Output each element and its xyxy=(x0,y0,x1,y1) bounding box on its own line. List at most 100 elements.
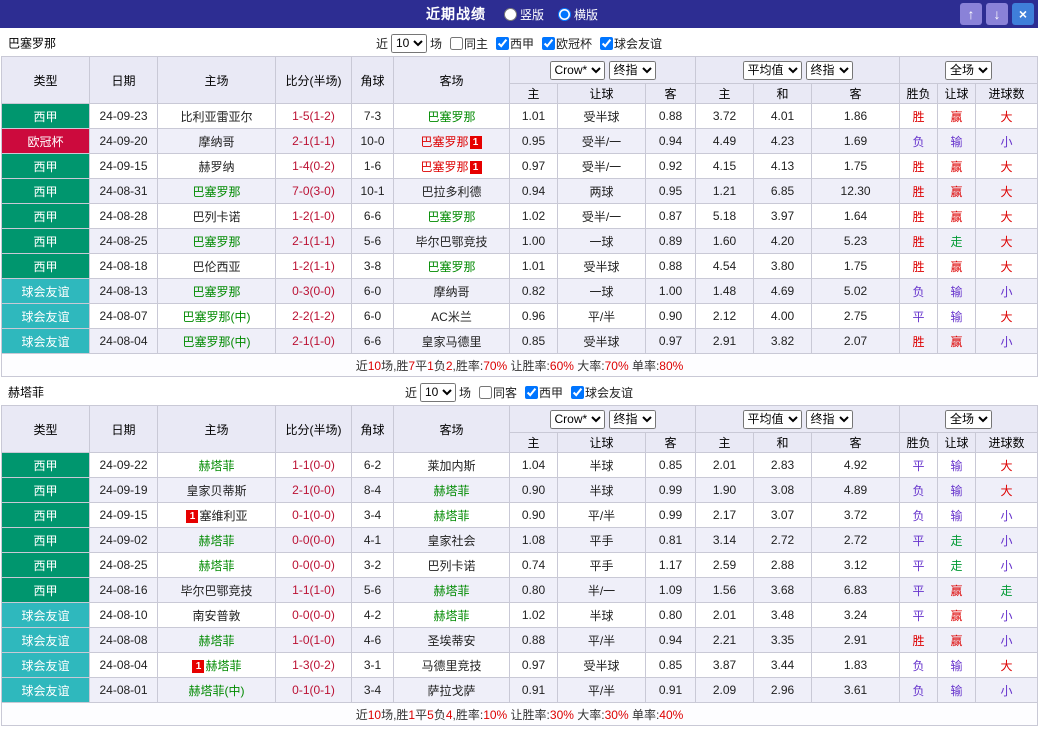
filter-checkbox[interactable] xyxy=(478,385,492,399)
home-team-name[interactable]: 赫塔菲 xyxy=(205,659,241,673)
result-goals-cell: 小 xyxy=(975,328,1038,354)
away-team-name[interactable]: AC米兰 xyxy=(431,310,472,324)
home-team-name[interactable]: 赫塔菲 xyxy=(198,559,234,573)
away-team-name[interactable]: 巴列卡诺 xyxy=(427,559,475,573)
home-team-name[interactable]: 赫塔菲 xyxy=(198,634,234,648)
filter-checkbox[interactable] xyxy=(449,36,463,50)
asia-handicap-cell: 一球 xyxy=(557,228,646,254)
asia-handicap-cell: 受半/一 xyxy=(557,128,646,154)
summary-segment: 近 xyxy=(355,707,368,722)
euro-home-odds-cell: 2.01 xyxy=(695,452,755,478)
asia-home-odds-cell: 0.74 xyxy=(509,552,558,578)
filter-option[interactable]: 西甲 xyxy=(525,384,563,401)
average-select[interactable]: 平均值 xyxy=(742,60,802,80)
match-row: 西甲 24-09-19 皇家贝蒂斯 2-1(0-0) 8-4 赫塔菲 0.90 半球 0.99 1… xyxy=(1,477,1038,503)
odds-stage-select[interactable]: 终指 xyxy=(608,409,656,429)
avg-stage-select[interactable]: 终指 xyxy=(805,409,853,429)
filter-option[interactable]: 同主 xyxy=(449,35,488,52)
asia-away-odds-cell: 0.81 xyxy=(644,527,697,553)
away-team-name[interactable]: 巴塞罗那 xyxy=(427,260,475,274)
filter-bar: 近 10 场 同主 西甲 欧冠杯 球会友谊 xyxy=(376,33,662,53)
filter-option[interactable]: 球会友谊 xyxy=(600,35,662,52)
home-team-name[interactable]: 巴塞罗那 xyxy=(192,185,240,199)
home-team-name[interactable]: 巴塞罗那(中) xyxy=(183,310,251,324)
home-team-name[interactable]: 巴伦西亚 xyxy=(192,260,240,274)
home-team-cell: 赫塔菲 xyxy=(157,527,276,553)
home-team-name[interactable]: 巴塞罗那(中) xyxy=(183,335,251,349)
away-team-name[interactable]: 摩纳哥 xyxy=(433,285,469,299)
odds-stage-select[interactable]: 终指 xyxy=(608,60,656,80)
avg-stage-select[interactable]: 终指 xyxy=(805,60,853,80)
home-team-name[interactable]: 赫塔菲 xyxy=(198,534,234,548)
away-team-name[interactable]: 毕尔巴鄂竞技 xyxy=(415,235,487,249)
away-team-name[interactable]: 马德里竞技 xyxy=(421,659,481,673)
home-team-name[interactable]: 比利亚雷亚尔 xyxy=(180,110,252,124)
away-team-name[interactable]: 赫塔菲 xyxy=(433,484,469,498)
euro-away-odds-cell: 4.89 xyxy=(811,477,901,503)
away-team-name[interactable]: 赫塔菲 xyxy=(433,584,469,598)
away-team-name[interactable]: 萨拉戈萨 xyxy=(427,684,475,698)
home-team-name[interactable]: 皇家贝蒂斯 xyxy=(186,484,246,498)
away-team-name[interactable]: 巴拉多利德 xyxy=(421,185,481,199)
away-team-name[interactable]: 巴塞罗那 xyxy=(420,135,468,149)
bookmaker-select[interactable]: Crow* xyxy=(549,409,605,429)
home-team-name[interactable]: 赫罗纳 xyxy=(198,160,234,174)
close-button[interactable]: × xyxy=(1012,3,1034,25)
layout-option-vertical[interactable]: 竖版 xyxy=(503,6,544,23)
horizontal-radio[interactable] xyxy=(558,7,571,21)
filter-option[interactable]: 球会友谊 xyxy=(571,384,633,401)
league-type-cell: 西甲 xyxy=(1,577,90,603)
home-team-name[interactable]: 巴列卡诺 xyxy=(192,210,240,224)
layout-option-horizontal[interactable]: 横版 xyxy=(558,6,598,23)
filter-option[interactable]: 欧冠杯 xyxy=(542,35,592,52)
away-team-name[interactable]: 巴塞罗那 xyxy=(420,160,468,174)
filter-checkbox[interactable] xyxy=(571,385,585,399)
home-team-name[interactable]: 赫塔菲 xyxy=(198,459,234,473)
scope-select[interactable]: 全场 xyxy=(945,60,993,80)
filter-checkbox[interactable] xyxy=(600,36,614,50)
filter-option[interactable]: 同客 xyxy=(478,384,517,401)
filter-checkbox[interactable] xyxy=(525,385,538,399)
column-header: 角球 xyxy=(351,56,394,104)
move-down-button[interactable]: ↓ xyxy=(986,3,1008,25)
move-up-button[interactable]: ↑ xyxy=(960,3,982,25)
summary-segment: 10% xyxy=(483,707,508,722)
bookmaker-select[interactable]: Crow* xyxy=(549,60,605,80)
vertical-radio[interactable] xyxy=(503,7,517,21)
result-outcome-cell: 胜 xyxy=(899,228,939,254)
away-team-name[interactable]: 赫塔菲 xyxy=(433,509,469,523)
home-team-name[interactable]: 南安普敦 xyxy=(192,609,240,623)
recent-count-select[interactable]: 10 xyxy=(419,382,456,402)
away-team-cell: 毕尔巴鄂竞技 xyxy=(393,228,510,254)
away-team-cell: AC米兰 xyxy=(393,303,510,329)
away-team-name[interactable]: 圣埃蒂安 xyxy=(427,634,475,648)
scope-select[interactable]: 全场 xyxy=(945,409,993,429)
away-team-name[interactable]: 赫塔菲 xyxy=(433,609,469,623)
away-team-name[interactable]: 皇家马德里 xyxy=(421,335,481,349)
home-team-name[interactable]: 毕尔巴鄂竞技 xyxy=(180,584,252,598)
league-type-cell: 球会友谊 xyxy=(1,602,90,628)
league-type-cell: 球会友谊 xyxy=(1,652,90,678)
filter-checkbox[interactable] xyxy=(496,36,509,50)
away-team-name[interactable]: 皇家社会 xyxy=(427,534,475,548)
odds-group-header: 全场 xyxy=(899,405,1038,433)
home-team-name[interactable]: 巴塞罗那 xyxy=(192,235,240,249)
home-team-name[interactable]: 塞维利亚 xyxy=(199,509,247,523)
recent-count-select[interactable]: 10 xyxy=(390,33,427,53)
euro-away-odds-cell: 3.72 xyxy=(811,502,901,528)
away-team-name[interactable]: 莱加内斯 xyxy=(427,459,475,473)
summary-segment: 10 xyxy=(367,707,382,722)
euro-home-odds-cell: 3.87 xyxy=(695,652,755,678)
filter-option[interactable]: 西甲 xyxy=(496,35,534,52)
euro-home-odds-cell: 1.60 xyxy=(695,228,755,254)
summary-segment: 4 xyxy=(445,707,453,722)
average-select[interactable]: 平均值 xyxy=(742,409,802,429)
home-team-name[interactable]: 赫塔菲(中) xyxy=(189,684,245,698)
away-team-name[interactable]: 巴塞罗那 xyxy=(427,210,475,224)
home-team-name[interactable]: 摩纳哥 xyxy=(198,135,234,149)
away-team-name[interactable]: 巴塞罗那 xyxy=(427,110,475,124)
home-team-name[interactable]: 巴塞罗那 xyxy=(192,285,240,299)
summary-segment: 1 xyxy=(427,358,434,373)
euro-draw-odds-cell: 3.44 xyxy=(753,652,813,678)
filter-checkbox[interactable] xyxy=(542,36,556,50)
